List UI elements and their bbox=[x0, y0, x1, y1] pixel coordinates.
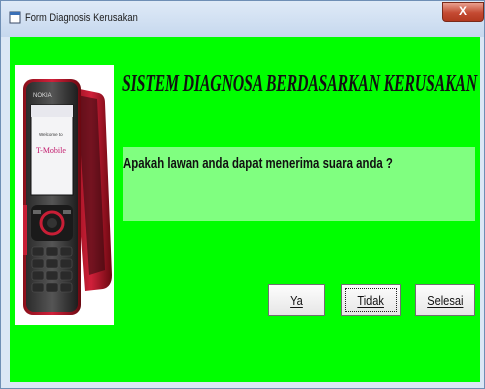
question-panel: Apakah lawan anda dapat menerima suara a… bbox=[123, 147, 475, 221]
yes-button-label: Ya bbox=[290, 292, 303, 308]
question-text: Apakah lawan anda dapat menerima suara a… bbox=[123, 155, 393, 172]
nokia-phone-image: NOKIA Welcome to T-Mobile bbox=[23, 79, 112, 315]
window-title: Form Diagnosis Kerusakan bbox=[25, 12, 138, 24]
phone-brand-text: NOKIA bbox=[33, 93, 52, 99]
close-button[interactable]: X bbox=[442, 2, 484, 22]
page-heading: SISTEM DIAGNOSA BERDASARKAN KERUSAKAN bbox=[122, 71, 477, 97]
yes-button[interactable]: Ya bbox=[268, 284, 325, 316]
phone-screen-text: Welcome to bbox=[39, 132, 63, 137]
title-bar[interactable]: Form Diagnosis Kerusakan X bbox=[1, 1, 484, 37]
form-area: NOKIA Welcome to T-Mobile SISTEM DIAGNOS… bbox=[10, 37, 480, 382]
window-icon bbox=[9, 11, 21, 24]
finish-button[interactable]: Selesai bbox=[415, 284, 475, 316]
app-window: Form Diagnosis Kerusakan X NOKIA Welcome… bbox=[0, 0, 485, 389]
close-icon: X bbox=[458, 4, 467, 18]
no-button-label: Tidak bbox=[357, 292, 385, 308]
phone-image-panel: NOKIA Welcome to T-Mobile bbox=[15, 65, 114, 325]
no-button[interactable]: Tidak bbox=[341, 284, 401, 316]
finish-button-label: Selesai bbox=[426, 292, 464, 308]
phone-logo-text: T-Mobile bbox=[36, 146, 66, 155]
